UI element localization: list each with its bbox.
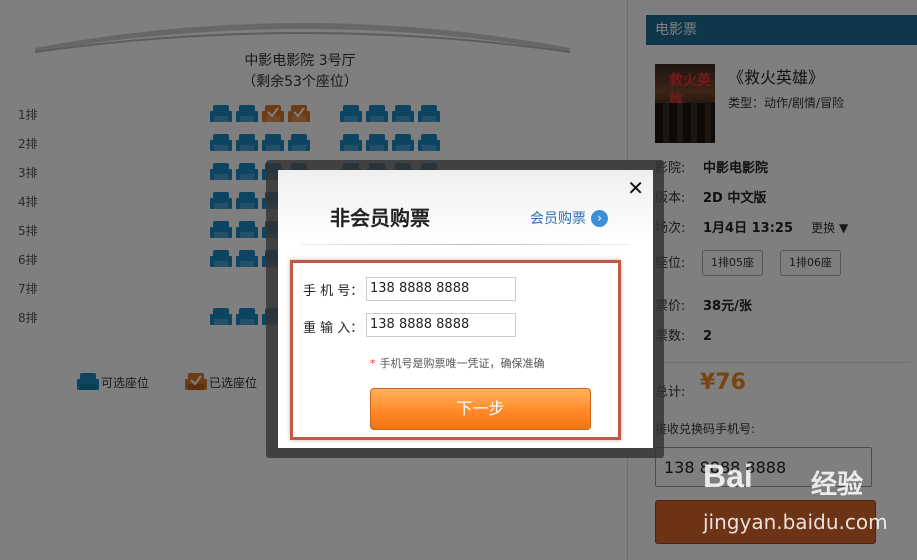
watermark-logo: Bai — [703, 458, 753, 494]
close-icon[interactable]: ✕ — [627, 176, 644, 200]
watermark-logo-cn: 经验 — [811, 470, 864, 500]
member-purchase-link[interactable]: 会员购票 › — [530, 208, 608, 228]
member-link-label: 会员购票 — [530, 211, 586, 227]
phone-field[interactable] — [366, 277, 516, 301]
title-divider — [300, 244, 630, 245]
chevron-right-icon: › — [591, 209, 608, 227]
dialog-title: 非会员购票 — [330, 206, 430, 230]
watermark-url: jingyan.baidu.com — [703, 510, 888, 534]
phone-label: 手 机 号： — [303, 284, 364, 299]
reenter-phone-field[interactable] — [366, 313, 516, 337]
reenter-label: 重 输 入： — [303, 321, 364, 336]
hint-text: 手机号是购票唯一凭证，确保准确 — [379, 357, 545, 370]
next-step-button[interactable]: 下一步 — [370, 388, 591, 430]
phone-hint: * 手机号是购票唯一凭证，确保准确 — [370, 355, 545, 371]
non-member-dialog: ✕ 非会员购票 会员购票 › 手 机 号： 重 输 入： *手机号是购票唯一凭证… — [278, 170, 653, 448]
baidu-jingyan-watermark: Bai 经验 jingyan.baidu.com — [703, 458, 903, 548]
required-star: * — [370, 357, 376, 370]
